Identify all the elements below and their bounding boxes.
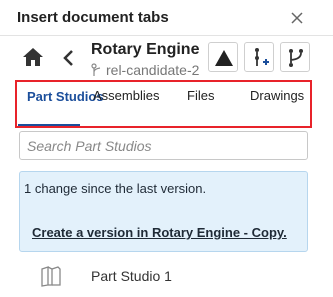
branch-name: rel-candidate-2 (106, 62, 200, 78)
branch-merge-icon (289, 49, 303, 67)
dialog-title: Insert document tabs (17, 9, 169, 26)
list-item-label: Part Studio 1 (91, 268, 172, 284)
insert-version-icon (255, 48, 269, 66)
create-version-link[interactable]: Create a version in Rotary Engine - Copy… (32, 225, 287, 240)
tab-files[interactable]: Files (187, 88, 214, 103)
branch-merge-button[interactable] (280, 42, 310, 72)
change-message: 1 change since the last version. (24, 181, 207, 196)
branch-icon (91, 63, 103, 77)
list-item[interactable]: Part Studio 1 (19, 258, 308, 294)
active-tab-underline (18, 124, 80, 126)
tab-assemblies[interactable]: Assemblies (93, 88, 159, 103)
tab-bar: Part Studios Assemblies Files Drawings (15, 80, 312, 128)
tab-part-studios[interactable]: Part Studios (27, 88, 104, 105)
chevron-left-icon[interactable] (61, 48, 77, 68)
version-info-banner: 1 change since the last version. Create … (19, 171, 308, 252)
insert-document-tabs-panel: Insert document tabs Rotary Engine ... (0, 0, 333, 297)
tab-drawings[interactable]: Drawings (250, 88, 304, 103)
document-name: Rotary Engine ... (91, 41, 203, 58)
branch-label: rel-candidate-2 (91, 62, 203, 78)
dialog-header: Insert document tabs (0, 0, 333, 36)
home-icon[interactable] (21, 46, 45, 68)
insert-version-button[interactable] (244, 42, 274, 72)
part-studio-icon (39, 264, 63, 288)
triangle-icon (215, 50, 233, 66)
close-icon[interactable] (288, 9, 306, 27)
search-input[interactable] (19, 131, 308, 160)
triangle-button[interactable] (208, 42, 238, 72)
document-bar: Rotary Engine ... rel-candidate-2 (0, 36, 333, 82)
